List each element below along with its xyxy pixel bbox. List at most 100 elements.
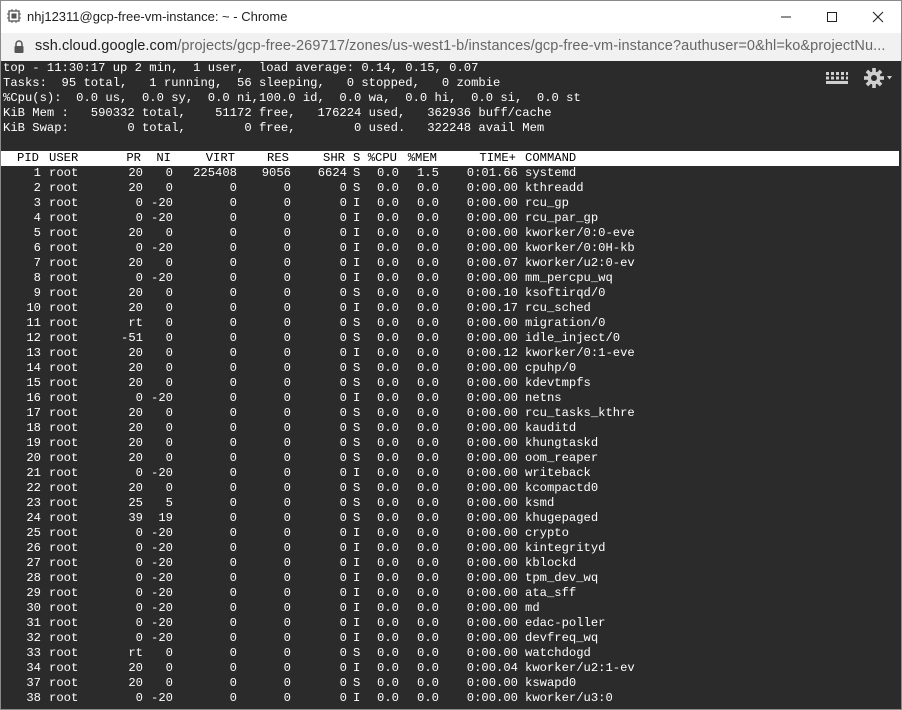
cell-pid: 29 — [26, 586, 41, 600]
cell-shr: 0 — [339, 466, 347, 480]
cell-pid: 25 — [26, 526, 41, 540]
column-header-command: COMMAND — [525, 151, 577, 165]
cell-ni: 19 — [158, 511, 173, 525]
cell-command: kthreadd — [525, 181, 584, 195]
cell-pid: 9 — [33, 286, 41, 300]
cell-ni: 0 — [165, 361, 173, 375]
keyboard-icon[interactable] — [825, 71, 849, 85]
cell-user: root — [49, 511, 79, 525]
cell-command: migration/0 — [525, 316, 606, 330]
cell-cpu: 0.0 — [377, 451, 399, 465]
cell-pr: 0 — [135, 571, 143, 585]
cell-shr: 0 — [339, 301, 347, 315]
cell-virt: 0 — [229, 496, 237, 510]
table-row: 13 root 20 0 0 0 0 I 0.0 0.0 0:00.12 kworker/0:1-ev… — [1, 346, 901, 361]
cell-virt: 225408 — [193, 166, 237, 180]
cell-mem: 0.0 — [417, 436, 439, 450]
cell-virt: 0 — [229, 661, 237, 675]
cell-shr: 0 — [339, 631, 347, 645]
cell-pr: 20 — [128, 376, 143, 390]
maximize-icon — [827, 12, 837, 22]
cell-command: khungtaskd — [525, 436, 599, 450]
cell-pr: 20 — [128, 436, 143, 450]
cell-res: 0 — [283, 556, 291, 570]
cell-time: 0:00.00 — [466, 361, 518, 375]
cell-mem: 0.0 — [417, 391, 439, 405]
cell-shr: 0 — [339, 406, 347, 420]
cell-command: kcompactd0 — [525, 481, 599, 495]
cell-virt: 0 — [229, 346, 237, 360]
cell-shr: 0 — [339, 271, 347, 285]
cell-time: 0:00.00 — [466, 451, 518, 465]
cell-time: 0:00.00 — [466, 676, 518, 690]
cell-pr: 0 — [135, 601, 143, 615]
cell-cpu: 0.0 — [377, 496, 399, 510]
cell-user: root — [49, 466, 79, 480]
cell-command: kworker/u3:0 — [525, 691, 613, 705]
column-header-pr: PR — [126, 151, 141, 165]
cell-mem: 0.0 — [417, 601, 439, 615]
cell-shr: 0 — [339, 181, 347, 195]
cell-ni: 0 — [165, 646, 173, 660]
cell-pr: 20 — [128, 451, 143, 465]
cell-ni: 0 — [165, 166, 173, 180]
terminal[interactable]: top - 11:30:17 up 2 min, 1 user, load av… — [1, 61, 901, 709]
cell-ni: -20 — [151, 571, 173, 585]
cell-ni: -20 — [151, 526, 173, 540]
close-button[interactable] — [855, 1, 901, 33]
cell-pid: 38 — [26, 691, 41, 705]
cell-cpu: 0.0 — [377, 316, 399, 330]
cell-virt: 0 — [229, 571, 237, 585]
cell-time: 0:00.00 — [466, 271, 518, 285]
cell-ni: 0 — [165, 346, 173, 360]
cell-time: 0:00.04 — [466, 661, 518, 675]
cell-ni: 0 — [165, 661, 173, 675]
cell-user: root — [49, 376, 79, 390]
cell-mem: 0.0 — [417, 661, 439, 675]
cell-s: I — [353, 196, 361, 210]
table-row: 16 root 0 -20 0 0 0 I 0.0 0.0 0:00.00 netns — [1, 391, 901, 406]
cell-time: 0:00.00 — [466, 466, 518, 480]
cell-user: root — [49, 421, 79, 435]
cell-pid: 37 — [26, 676, 41, 690]
cell-ni: 0 — [165, 301, 173, 315]
cell-cpu: 0.0 — [377, 181, 399, 195]
cell-s: I — [353, 241, 361, 255]
cell-pid: 21 — [26, 466, 41, 480]
cell-s: I — [353, 271, 361, 285]
gear-icon[interactable] — [863, 67, 893, 89]
cell-ni: 0 — [165, 331, 173, 345]
cell-command: edac-poller — [525, 616, 606, 630]
cell-user: root — [49, 631, 79, 645]
cell-ni: -20 — [151, 601, 173, 615]
cell-command: writeback — [525, 466, 591, 480]
lock-icon — [14, 40, 24, 53]
cell-command: kswapd0 — [525, 676, 577, 690]
cell-command: idle_inject/0 — [525, 331, 621, 345]
cell-pid: 18 — [26, 421, 41, 435]
cell-s: I — [353, 616, 361, 630]
cell-res: 0 — [283, 316, 291, 330]
cell-shr: 0 — [339, 601, 347, 615]
minimize-button[interactable] — [763, 1, 809, 33]
cell-pid: 30 — [26, 601, 41, 615]
cell-user: root — [49, 361, 79, 375]
cell-ni: 0 — [165, 436, 173, 450]
cell-time: 0:00.00 — [466, 646, 518, 660]
cell-time: 0:00.10 — [466, 286, 518, 300]
address-bar[interactable]: ssh.cloud.google.com/projects/gcp-free-2… — [1, 33, 901, 62]
cell-ni: -20 — [151, 271, 173, 285]
cell-user: root — [49, 346, 79, 360]
cell-shr: 0 — [339, 436, 347, 450]
cell-cpu: 0.0 — [377, 601, 399, 615]
cell-s: S — [353, 181, 361, 195]
cell-pid: 12 — [26, 331, 41, 345]
cell-virt: 0 — [229, 241, 237, 255]
cell-virt: 0 — [229, 301, 237, 315]
maximize-button[interactable] — [809, 1, 855, 33]
cell-ni: 0 — [165, 256, 173, 270]
url-text[interactable]: ssh.cloud.google.com/projects/gcp-free-2… — [35, 38, 895, 54]
cell-s: I — [353, 586, 361, 600]
cell-command: rcu_par_gp — [525, 211, 599, 225]
cell-res: 0 — [283, 646, 291, 660]
